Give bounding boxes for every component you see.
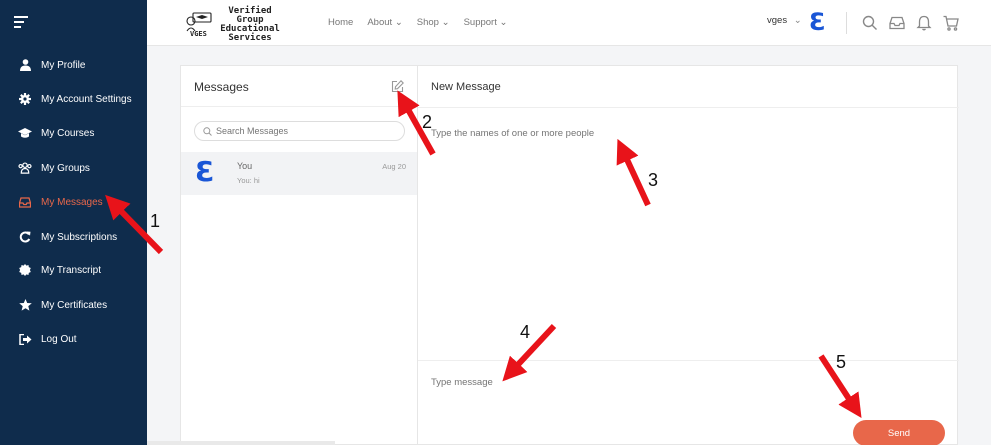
- new-message-panel: New Message Send: [417, 65, 959, 445]
- sidebar-item-my-messages[interactable]: My Messages: [0, 192, 147, 212]
- annotation-number: 3: [648, 170, 659, 190]
- sidebar-item-label: My Certificates: [41, 299, 108, 311]
- inbox-icon: [18, 195, 32, 209]
- chevron-down-icon: ⌄: [394, 17, 403, 28]
- logo-text: Verified Group Educational Services: [214, 7, 286, 43]
- new-message-title: New Message: [431, 81, 501, 93]
- annotation-number: 5: [836, 352, 847, 372]
- search-input[interactable]: [216, 126, 396, 136]
- chevron-down-icon: ⌄: [441, 17, 450, 28]
- conversation-name: You: [237, 161, 253, 171]
- panel-divider: [418, 107, 959, 108]
- recipients-input[interactable]: [431, 128, 931, 139]
- logout-icon: [18, 332, 32, 346]
- inbox-icon[interactable]: [889, 15, 905, 31]
- cart-icon[interactable]: [943, 15, 959, 31]
- sidebar-item-my-account-settings[interactable]: My Account Settings: [0, 89, 147, 109]
- nav-label: About: [367, 17, 393, 28]
- sidebar-item-my-transcript[interactable]: My Transcript: [0, 260, 147, 280]
- header-divider: [846, 12, 847, 34]
- user-icon: [18, 58, 32, 72]
- group-icon: [18, 161, 32, 175]
- top-header: Verified Group Educational Services VGES…: [147, 0, 991, 46]
- message-input[interactable]: [431, 377, 811, 388]
- search-icon[interactable]: [862, 15, 878, 31]
- sidebar-item-my-profile[interactable]: My Profile: [0, 55, 147, 75]
- star-icon: [18, 298, 32, 312]
- user-name: vges: [767, 15, 788, 26]
- sidebar: My Profile My Account Settings My Course…: [0, 0, 147, 445]
- send-button[interactable]: Send: [853, 420, 945, 445]
- sidebar-item-my-courses[interactable]: My Courses: [0, 123, 147, 143]
- conversation-date: Aug 20: [382, 162, 406, 171]
- user-menu[interactable]: vges ⌄: [767, 15, 802, 26]
- graduation-cap-icon: [18, 126, 32, 140]
- sidebar-item-label: My Account Settings: [41, 93, 132, 105]
- nav-about[interactable]: About ⌄: [367, 17, 402, 28]
- site-logo[interactable]: Verified Group Educational Services VGES: [184, 7, 304, 43]
- sidebar-item-label: My Profile: [41, 59, 86, 71]
- search-icon: [203, 126, 212, 136]
- sidebar-item-my-subscriptions[interactable]: My Subscriptions: [0, 227, 147, 247]
- brand-logo-icon[interactable]: Ɛ: [809, 8, 826, 36]
- avatar: Ɛ: [195, 155, 215, 188]
- sidebar-item-my-groups[interactable]: My Groups: [0, 158, 147, 178]
- nav-label: Shop: [416, 17, 439, 28]
- annotation-number: 2: [422, 112, 433, 132]
- chevron-down-icon: ⌄: [793, 15, 802, 26]
- nav-label: Support: [463, 17, 497, 28]
- nav-label: Home: [328, 17, 354, 28]
- conversation-item[interactable]: Ɛ You You: hi Aug 20: [181, 152, 418, 195]
- logo-text-line: Services: [228, 33, 272, 43]
- menu-toggle-icon[interactable]: [14, 16, 28, 28]
- conversation-preview: You: hi: [237, 176, 260, 185]
- nav-support[interactable]: Support ⌄: [464, 17, 508, 28]
- top-nav: Home About ⌄ Shop ⌄ Support ⌄: [328, 17, 507, 28]
- messages-panel: Messages Ɛ You You: hi Aug 20: [180, 65, 418, 445]
- annotation-number: 4: [520, 322, 531, 342]
- sidebar-item-label: My Groups: [41, 162, 90, 174]
- sidebar-item-label: My Transcript: [41, 264, 102, 276]
- annotation-number: 1: [150, 211, 161, 231]
- compose-icon[interactable]: [391, 80, 404, 93]
- refresh-icon: [18, 230, 32, 244]
- panel-divider: [181, 106, 418, 107]
- sidebar-item-label: Log Out: [41, 333, 77, 345]
- sidebar-item-my-certificates[interactable]: My Certificates: [0, 295, 147, 315]
- nav-home[interactable]: Home: [328, 17, 353, 28]
- sidebar-item-label: My Courses: [41, 127, 95, 139]
- chevron-down-icon: ⌄: [499, 17, 508, 28]
- search-box[interactable]: [194, 121, 405, 141]
- messages-title: Messages: [194, 80, 249, 94]
- bell-icon[interactable]: [916, 15, 932, 31]
- logo-abbr: VGES: [190, 30, 207, 38]
- sidebar-item-label: My Messages: [41, 196, 103, 208]
- sidebar-item-log-out[interactable]: Log Out: [0, 329, 147, 349]
- nav-shop[interactable]: Shop ⌄: [417, 17, 450, 28]
- badge-icon: [18, 263, 32, 277]
- logo-text-line: Verified Group: [228, 6, 272, 25]
- gear-icon: [18, 92, 32, 106]
- compose-divider: [418, 360, 959, 361]
- sidebar-item-label: My Subscriptions: [41, 231, 118, 243]
- horizontal-scrollbar[interactable]: [147, 441, 335, 445]
